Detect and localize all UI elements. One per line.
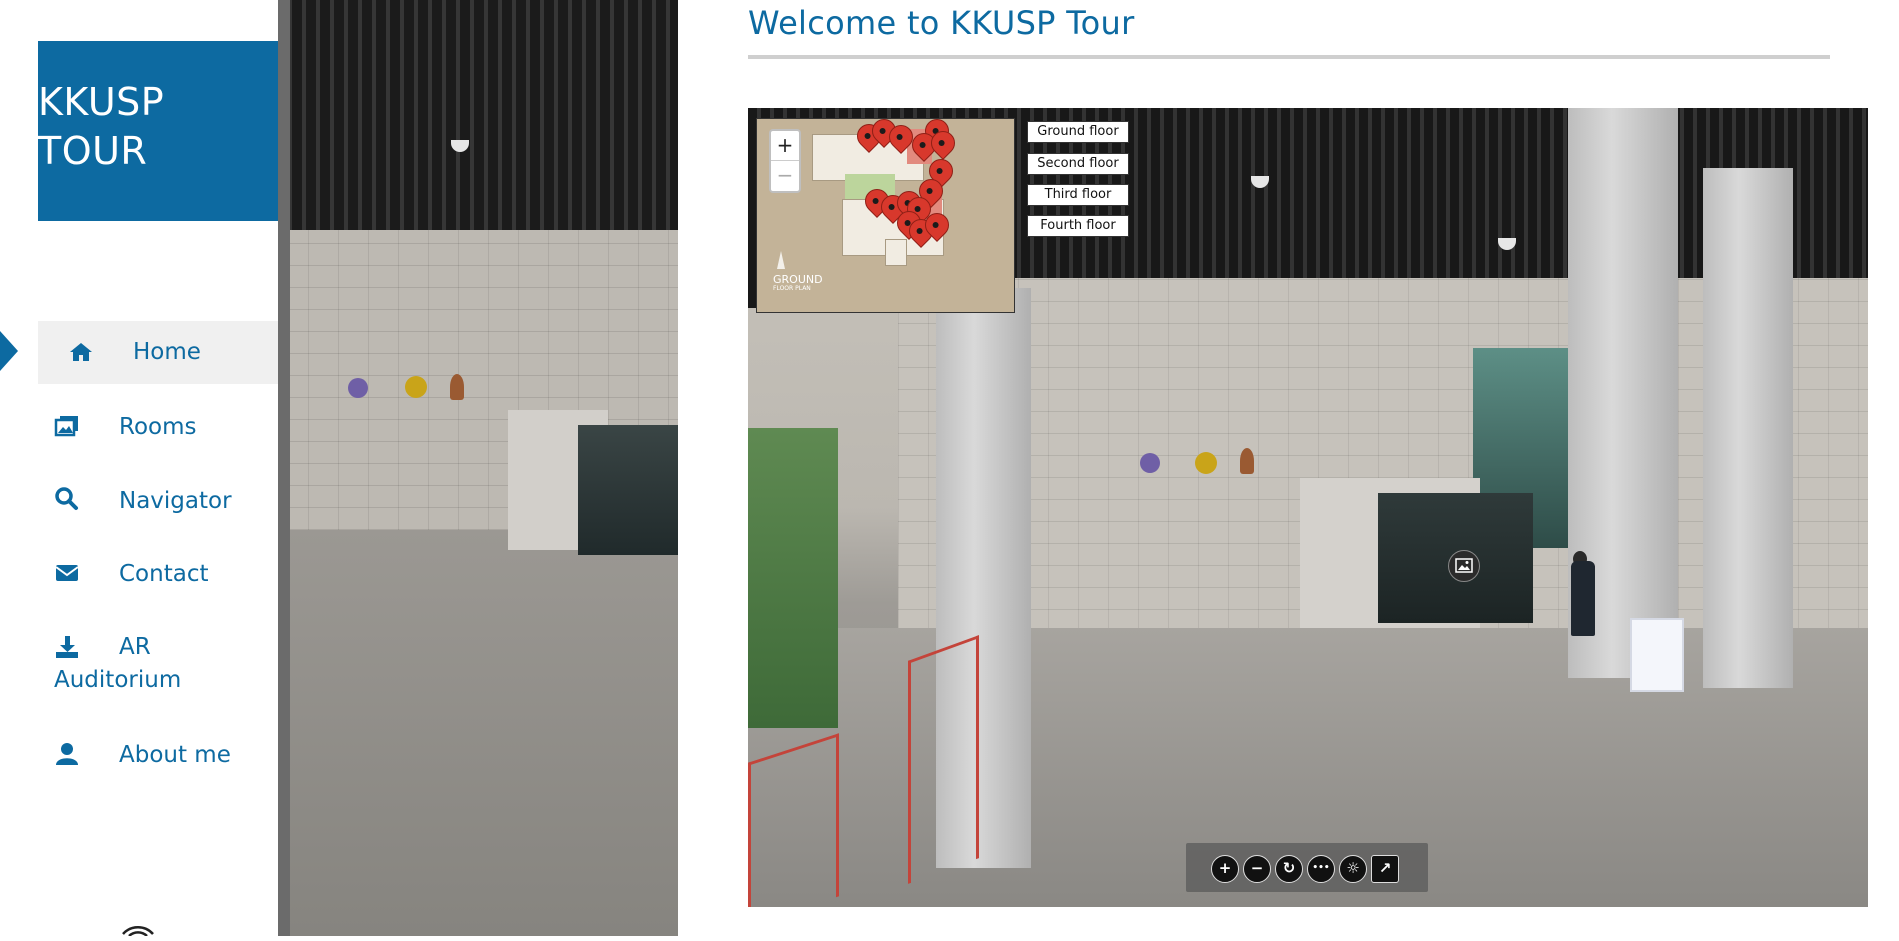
emblem [348, 378, 368, 398]
floor-button-ground[interactable]: Ground floor [1027, 121, 1129, 143]
north-arrow-icon [777, 251, 785, 269]
nav-item-ar-auditorium[interactable]: AR Auditorium [38, 628, 278, 698]
user-icon [54, 741, 80, 767]
panorama-preview-image [278, 0, 678, 936]
emblem [1195, 452, 1217, 474]
ceiling [278, 0, 678, 230]
home-icon [68, 339, 94, 365]
trees [748, 428, 838, 728]
nav-label-contact: Contact [119, 561, 209, 587]
pillar [278, 0, 290, 936]
nav-label-home: Home [133, 339, 201, 365]
barrier-rail [908, 635, 979, 884]
title-divider [748, 55, 1830, 59]
search-icon [54, 486, 80, 512]
emblem [1240, 448, 1254, 474]
brand-title-line1: KKUSP [38, 80, 165, 124]
person [1571, 561, 1595, 636]
map-zoom-in-button[interactable]: + [771, 131, 799, 160]
nav-label-auditorium: Auditorium [54, 667, 182, 693]
image-hotspot-icon[interactable] [1448, 550, 1480, 582]
plan-wing [885, 239, 907, 266]
floor [278, 530, 678, 936]
nav-label-rooms: Rooms [119, 414, 197, 440]
gyroscope-button[interactable]: ☼ [1339, 855, 1367, 883]
fullscreen-button[interactable]: ↗ [1371, 855, 1399, 883]
sign-board [1630, 618, 1684, 692]
envelope-icon [54, 560, 80, 586]
viewer-control-bar: + − ↻ ••• ☼ ↗ [1186, 843, 1428, 892]
nav-label-ar: AR [119, 634, 151, 660]
floor-button-fourth[interactable]: Fourth floor [1027, 215, 1129, 237]
active-nav-indicator [0, 331, 18, 371]
floor-plan-caption: GROUND FLOOR PLAN [773, 274, 823, 293]
auto-rotate-button[interactable]: ↻ [1275, 855, 1303, 883]
wifi-icon [121, 920, 155, 941]
zoom-out-button[interactable]: − [1243, 855, 1271, 883]
emblem [405, 376, 427, 398]
floor-plan-map[interactable]: + − GROUND FLOOR PLAN [756, 114, 1015, 313]
nav-item-home[interactable]: Home [38, 321, 278, 384]
sidebar: KKUSP TOUR Home Rooms Navigator Contact [0, 0, 278, 937]
pillar [1703, 168, 1793, 688]
floor-button-third[interactable]: Third floor [1027, 184, 1129, 206]
emblem [1140, 453, 1160, 473]
images-icon [54, 413, 80, 439]
map-zoom-control: + − [769, 129, 801, 193]
glass-door [578, 425, 678, 555]
emblem [450, 374, 464, 400]
brand-title-line2: TOUR [38, 129, 148, 173]
barrier-rail [748, 733, 839, 907]
panorama-viewer[interactable]: + − GROUND FLOOR PLAN Ground floor Secon… [748, 108, 1868, 907]
map-zoom-out-button[interactable]: − [771, 160, 799, 190]
brand-logo[interactable]: KKUSP TOUR [38, 41, 278, 221]
zoom-in-button[interactable]: + [1211, 855, 1239, 883]
nav-label-about: About me [119, 742, 231, 768]
page-title: Welcome to KKUSP Tour [748, 4, 1135, 42]
download-icon [54, 634, 80, 660]
floor-button-second[interactable]: Second floor [1027, 153, 1129, 175]
more-options-button[interactable]: ••• [1307, 855, 1335, 883]
nav-label-navigator: Navigator [119, 488, 232, 514]
floor-plan-caption-sub: FLOOR PLAN [773, 285, 811, 292]
